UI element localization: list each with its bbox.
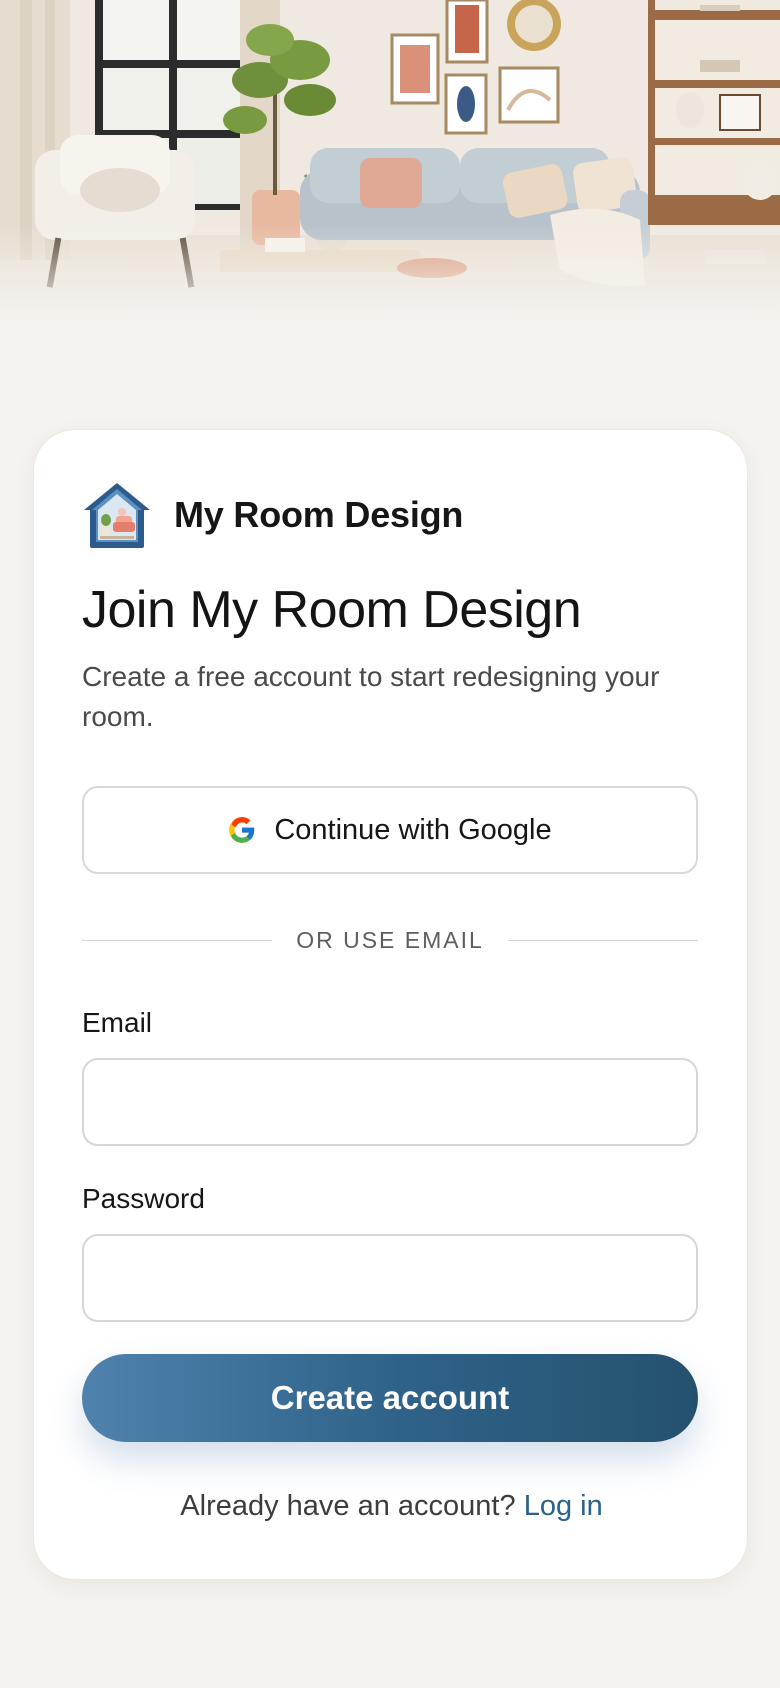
divider-label: OR USE EMAIL — [296, 926, 484, 953]
email-field[interactable] — [82, 1058, 698, 1146]
login-prompt-text: Already have an account? — [180, 1490, 516, 1522]
create-account-button[interactable]: Create account — [82, 1354, 698, 1442]
password-field[interactable] — [82, 1234, 698, 1322]
brand-name: My Room Design — [174, 494, 464, 535]
hero-fade-overlay — [0, 0, 780, 330]
divider-line-right — [507, 939, 699, 941]
password-label: Password — [82, 1183, 205, 1214]
google-button-label: Continue with Google — [274, 813, 552, 846]
log-in-link[interactable]: Log in — [524, 1490, 603, 1522]
brand-header: My Room Design — [82, 480, 463, 550]
login-prompt-row: Already have an account? Log in — [34, 1490, 749, 1523]
create-account-label: Create account — [270, 1379, 510, 1416]
continue-with-google-button[interactable]: Continue with Google — [82, 786, 698, 874]
signup-card: My Room Design Join My Room Design Creat… — [33, 429, 748, 1580]
house-logo-icon — [84, 483, 150, 548]
hero-room-image — [0, 0, 780, 330]
or-divider: OR USE EMAIL — [82, 920, 699, 960]
email-label: Email — [82, 1007, 153, 1038]
divider-line-left — [82, 939, 273, 941]
google-g-icon — [229, 817, 255, 843]
page-subtitle: Create a free account to start redesigni… — [82, 661, 660, 732]
page-title: Join My Room Design — [82, 581, 582, 639]
signup-page: My Room Design Join My Room Design Creat… — [0, 0, 780, 1688]
